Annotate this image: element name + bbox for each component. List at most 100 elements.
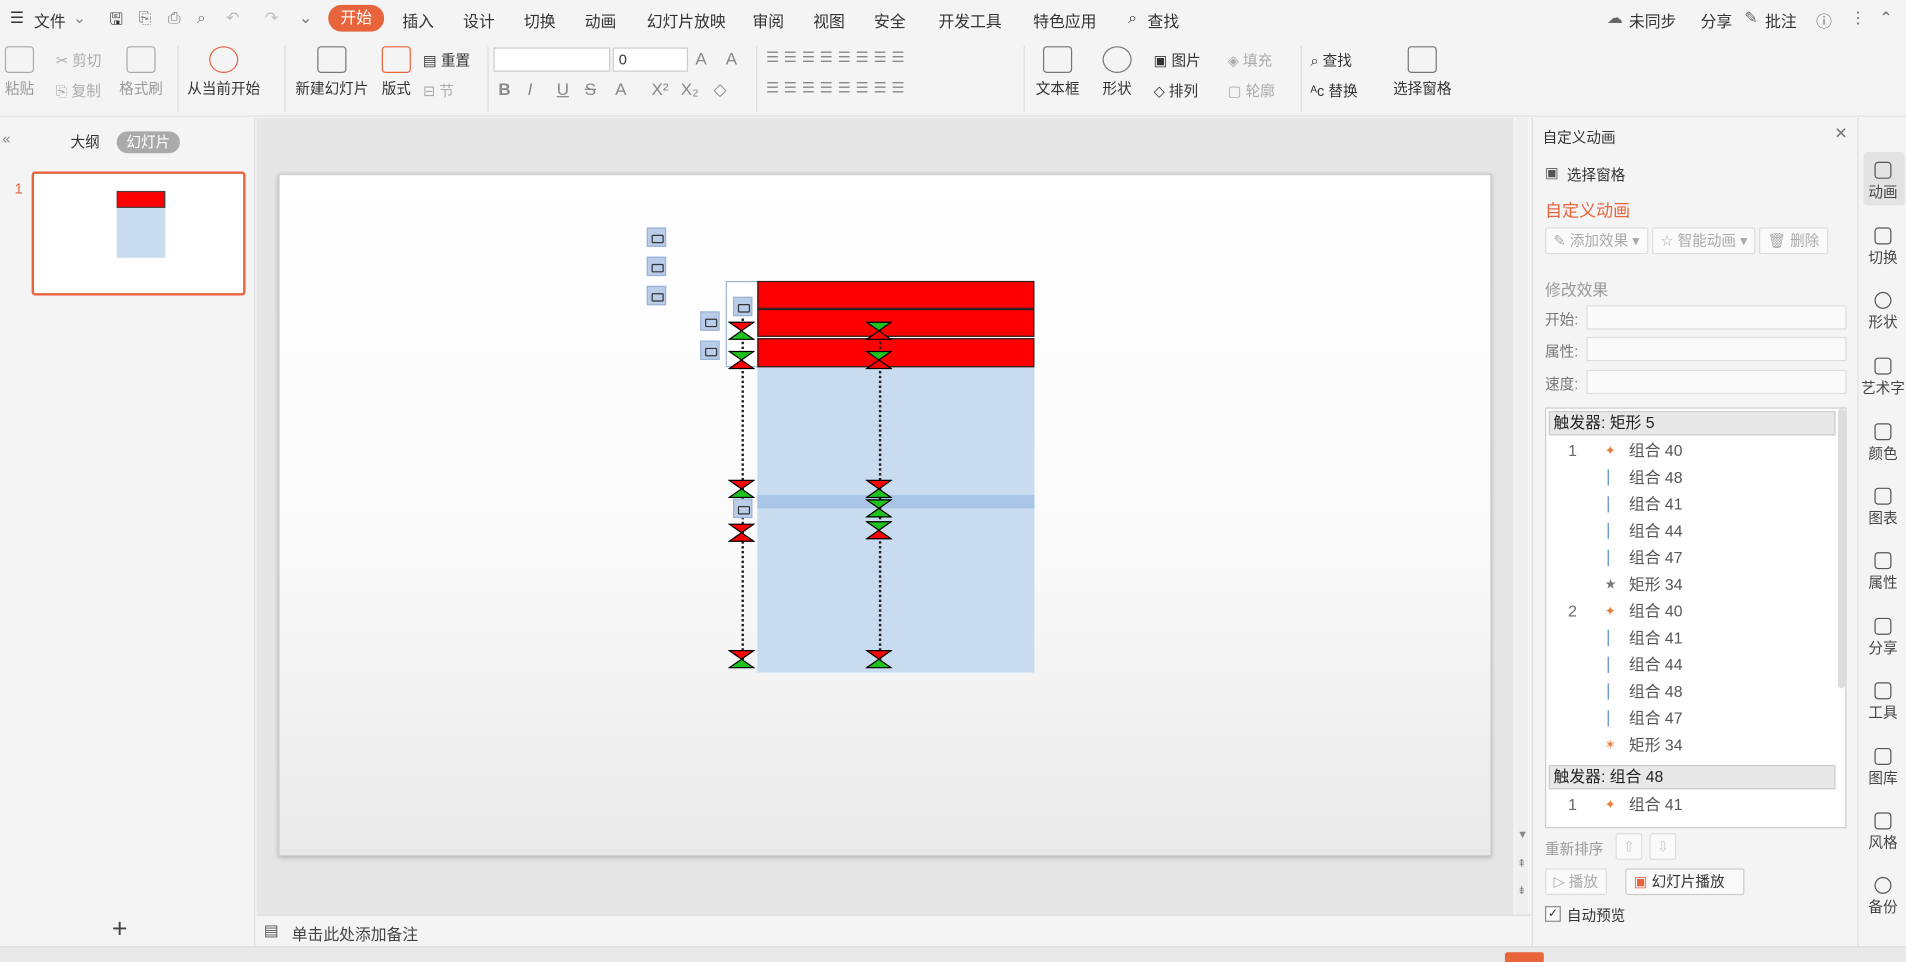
search-label[interactable]: 查找 xyxy=(1148,9,1180,32)
trigger-marker-icon[interactable] xyxy=(733,498,753,519)
format-icon[interactable]: ⎘ xyxy=(139,9,152,28)
new-slide-button[interactable]: 新建幻灯片 xyxy=(295,46,368,98)
red-header-row-2[interactable] xyxy=(757,308,1035,337)
tool-animation[interactable]: 动画 xyxy=(1859,161,1906,202)
canvas-vertical-scrollbar[interactable]: ▼ ⇞ ⇟ xyxy=(1515,117,1529,915)
format-painter-button[interactable]: 格式刷 xyxy=(119,46,163,98)
tool-tools[interactable]: 工具 xyxy=(1859,682,1906,722)
tool-color[interactable]: 颜色 xyxy=(1859,423,1906,463)
move-up-button[interactable]: ⇧ xyxy=(1615,833,1643,860)
scroll-down-icon[interactable]: ▼ xyxy=(1517,828,1528,840)
panel-header[interactable]: 自定义动画 xyxy=(1543,126,1616,147)
list-item[interactable]: │ 组合 47 xyxy=(1546,545,1835,572)
textbox-button[interactable]: 文本框 xyxy=(1036,46,1079,98)
layout-button[interactable]: 版式 xyxy=(381,46,411,98)
cloud-icon[interactable]: ☁ xyxy=(1607,9,1623,28)
close-panel-icon[interactable]: ✕ xyxy=(1834,124,1847,143)
path-marker[interactable] xyxy=(728,350,755,370)
undo-icon[interactable]: ↶ xyxy=(226,9,239,28)
font-size-select[interactable]: 0 xyxy=(612,47,689,72)
slide-thumbnail[interactable] xyxy=(31,171,246,296)
hamburger-icon[interactable]: ☰ xyxy=(10,9,24,28)
more-icon[interactable]: ⋮ xyxy=(1850,9,1866,28)
path-marker[interactable] xyxy=(728,479,755,499)
path-marker[interactable] xyxy=(865,350,893,370)
tool-backup[interactable]: 备份 xyxy=(1859,876,1906,917)
tab-security[interactable]: 安全 xyxy=(874,9,906,32)
tab-transition[interactable]: 切换 xyxy=(524,9,556,32)
select-pane-icon[interactable]: ▣ xyxy=(1545,164,1559,181)
print-preview-icon[interactable]: ⌕ xyxy=(197,9,206,28)
tool-share[interactable]: 分享 xyxy=(1859,617,1906,658)
trigger-marker-icon[interactable] xyxy=(646,227,667,247)
comment-button[interactable]: 批注 xyxy=(1765,9,1797,32)
search-icon[interactable]: ⌕ xyxy=(1128,9,1137,28)
italic-icon[interactable]: I xyxy=(528,79,533,98)
find-button[interactable]: ⌕ 查找 xyxy=(1310,50,1351,71)
tab-animation[interactable]: 动画 xyxy=(585,9,617,32)
speed-select[interactable] xyxy=(1586,369,1847,395)
tool-transition[interactable]: 切换 xyxy=(1859,227,1906,267)
status-accent-button[interactable] xyxy=(1504,952,1544,962)
list-item[interactable]: │ 组合 44 xyxy=(1546,652,1835,679)
font-family-select[interactable] xyxy=(493,47,611,72)
share-button[interactable]: 分享 xyxy=(1701,9,1733,32)
trigger-header[interactable]: 触发器: 矩形 5 xyxy=(1548,411,1836,436)
tab-slideshow[interactable]: 幻灯片放映 xyxy=(647,9,726,32)
outline-button[interactable]: ▢ 轮廓 xyxy=(1228,80,1275,101)
tool-chart[interactable]: 图表 xyxy=(1859,487,1906,528)
list-item[interactable]: 2 ✦ 组合 40 xyxy=(1546,598,1835,625)
add-slide-button[interactable]: + xyxy=(112,913,128,945)
add-effect-button[interactable]: ✎ 添加效果 ▾ xyxy=(1545,227,1649,255)
slides-tab[interactable]: 幻灯片 xyxy=(116,131,180,154)
tab-design[interactable]: 设计 xyxy=(463,9,495,32)
list-scrollbar[interactable] xyxy=(1837,408,1846,689)
path-marker[interactable] xyxy=(865,521,893,540)
shrink-font-icon[interactable]: A xyxy=(726,49,737,68)
file-menu[interactable]: 文件 xyxy=(34,9,66,32)
reset-button[interactable]: ▤ 重置 xyxy=(423,50,470,71)
trigger-marker-icon[interactable] xyxy=(646,256,667,277)
collapse-ribbon-icon[interactable]: ⌃ xyxy=(1879,9,1892,28)
tool-gallery[interactable]: 图库 xyxy=(1859,747,1906,788)
redo-icon[interactable]: ↷ xyxy=(265,9,278,28)
property-select[interactable] xyxy=(1586,336,1847,362)
comment-icon[interactable]: ✎ xyxy=(1744,9,1757,28)
tool-wordart[interactable]: 艺术字 xyxy=(1859,357,1906,398)
sync-status[interactable]: 未同步 xyxy=(1629,9,1676,32)
collapse-panel-icon[interactable]: « xyxy=(2,130,10,147)
tab-review[interactable]: 审阅 xyxy=(752,9,784,32)
print-icon[interactable]: ⎙ xyxy=(168,9,181,28)
animation-list[interactable]: 触发器: 矩形 5 1 ✦ 组合 40 │ 组合 48 │ 组合 41 │ 组合 44 │… xyxy=(1545,407,1847,829)
cut-button[interactable]: ✂ 剪切 xyxy=(56,50,101,71)
grow-font-icon[interactable]: A xyxy=(695,49,706,68)
trigger-marker-icon[interactable] xyxy=(700,311,720,331)
clear-format-icon[interactable]: ◇ xyxy=(714,79,727,100)
auto-preview-checkbox[interactable]: ✓ xyxy=(1545,906,1561,922)
path-marker[interactable] xyxy=(865,321,893,340)
font-color-icon[interactable]: A xyxy=(615,79,626,98)
trigger-header[interactable]: 触发器: 组合 48 xyxy=(1548,764,1836,790)
tool-style[interactable]: 风格 xyxy=(1859,812,1906,852)
trigger-marker-icon[interactable] xyxy=(646,285,667,306)
list-item[interactable]: 1 ✦ 组合 40 xyxy=(1546,438,1835,465)
fill-button[interactable]: ◈ 填充 xyxy=(1228,50,1272,71)
list-item[interactable]: │ 组合 41 xyxy=(1546,491,1835,518)
start-select[interactable] xyxy=(1586,305,1847,330)
replace-button[interactable]: ᴬᴄ 替换 xyxy=(1310,80,1357,101)
tab-view[interactable]: 视图 xyxy=(813,9,845,32)
underline-icon[interactable]: U xyxy=(557,79,569,98)
play-button[interactable]: ▷ 播放 xyxy=(1545,868,1607,896)
picture-button[interactable]: ▣ 图片 xyxy=(1154,50,1201,71)
table-body[interactable] xyxy=(757,367,1035,673)
align-tools-icon[interactable]: ☰☰☰☰☰☰☰☰ xyxy=(766,79,910,96)
delete-button[interactable]: 🗑 删除 xyxy=(1758,227,1828,255)
notes-placeholder[interactable]: 单击此处添加备注 xyxy=(292,922,418,945)
path-marker[interactable] xyxy=(728,523,755,542)
path-marker[interactable] xyxy=(865,649,893,669)
trigger-marker-icon[interactable] xyxy=(733,296,753,317)
from-current-button[interactable]: 从当前开始 xyxy=(187,46,260,98)
tab-home[interactable]: 开始 xyxy=(328,4,385,32)
select-pane-link[interactable]: 选择窗格 xyxy=(1567,164,1625,185)
help-icon[interactable]: ⓘ xyxy=(1816,9,1832,32)
